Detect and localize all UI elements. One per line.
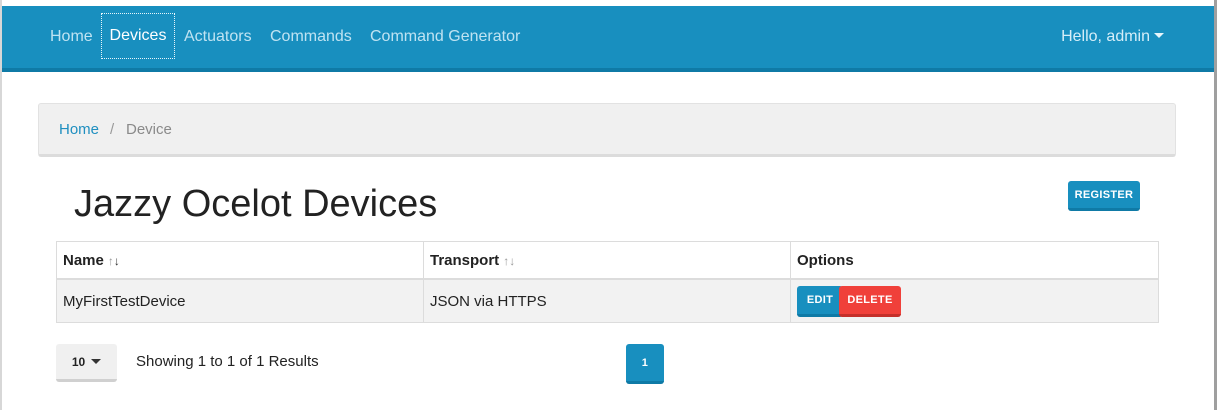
devices-table: Name ↑↓ Transport ↑↓ Options MyFirstTestDe… (56, 241, 1159, 323)
nav-command-generator[interactable]: Command Generator (370, 6, 520, 68)
cell-options: EDIT DELETE (790, 278, 1159, 323)
chevron-down-icon (91, 359, 102, 365)
app-window: Home Devices Actuators Commands Command … (0, 0, 1217, 410)
sort-down-arrow: ↓ (113, 253, 120, 268)
breadcrumb: Home / Device (38, 103, 1176, 157)
sort-icon[interactable]: ↑↓ (503, 254, 515, 268)
page-size-dropdown[interactable]: 10 (56, 344, 117, 382)
cell-transport: JSON via HTTPS (423, 278, 791, 323)
cell-device-name: MyFirstTestDevice (56, 278, 424, 323)
breadcrumb-home-link[interactable]: Home (59, 104, 99, 156)
sort-down-arrow: ↓ (509, 253, 516, 268)
table-header-row: Name ↑↓ Transport ↑↓ Options (56, 241, 1159, 280)
column-header-transport[interactable]: Transport ↑↓ (423, 241, 791, 280)
sort-icon[interactable]: ↑↓ (108, 254, 120, 268)
register-button[interactable]: REGISTER (1068, 181, 1140, 211)
page-size-value: 10 (71, 355, 86, 369)
nav-actuators[interactable]: Actuators (184, 6, 252, 68)
column-header-name-label: Name (63, 251, 104, 269)
edit-button[interactable]: EDIT (797, 285, 843, 317)
pagination-page-1[interactable]: 1 (626, 344, 664, 384)
nav-commands[interactable]: Commands (270, 6, 352, 68)
breadcrumb-current: Device (126, 121, 172, 138)
chevron-down-icon (1154, 33, 1164, 39)
column-header-name[interactable]: Name ↑↓ (56, 241, 424, 280)
column-header-transport-label: Transport (430, 251, 500, 269)
breadcrumb-separator: / (110, 121, 115, 138)
user-greeting: Hello, admin (1061, 28, 1150, 45)
results-summary: Showing 1 to 1 of 1 Results (136, 353, 319, 370)
column-header-options: Options (790, 241, 1159, 280)
table-row: MyFirstTestDevice JSON via HTTPS EDIT DEL… (56, 278, 1159, 323)
page-title: Jazzy Ocelot Devices (74, 183, 438, 225)
top-navbar: Home Devices Actuators Commands Command … (2, 6, 1214, 72)
delete-button[interactable]: DELETE (839, 285, 901, 317)
nav-devices[interactable]: Devices (101, 13, 175, 59)
user-menu[interactable]: Hello, admin (1061, 6, 1164, 68)
nav-home[interactable]: Home (50, 6, 93, 68)
